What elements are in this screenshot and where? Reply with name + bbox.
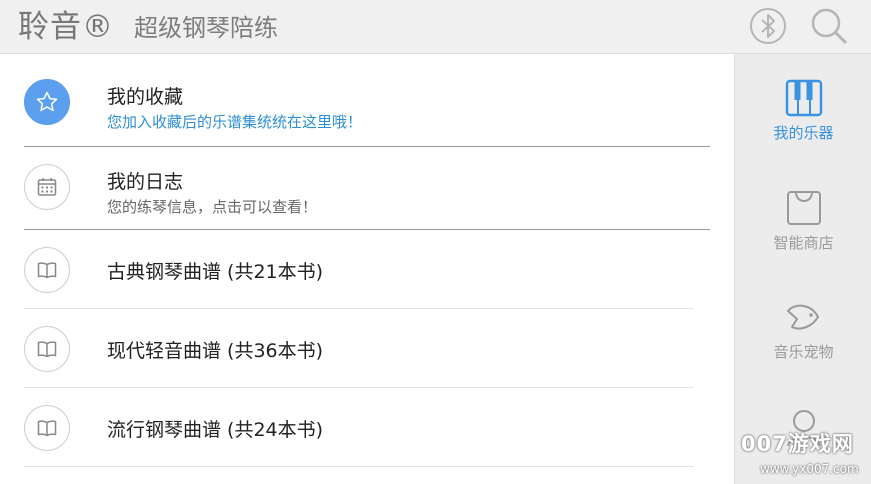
watermark-text: 007游戏网 — [741, 432, 854, 456]
app-bar: 聆音® 超级钢琴陪练 — [0, 0, 871, 54]
book-icon-circle — [24, 326, 70, 372]
book-title: 古典钢琴曲谱 (共21本书) — [107, 261, 324, 283]
watermark-url: www.yx007.com — [760, 462, 859, 476]
sidebar-item-my-instruments[interactable]: 我的乐器 — [735, 78, 871, 143]
list-item-book[interactable]: 现代轻音曲谱 (共36本书) — [24, 309, 694, 389]
divider — [24, 466, 694, 467]
book-icon — [37, 262, 57, 279]
bluetooth-icon — [750, 8, 786, 44]
sidebar-label: 智能商店 — [773, 234, 834, 252]
favorites-icon-circle — [24, 79, 70, 125]
journal-title: 我的日志 — [107, 171, 184, 193]
favorites-desc: 您加入收藏后的乐谱集统统在这里哦！ — [107, 113, 363, 131]
shopping-bag-icon — [786, 191, 821, 225]
list-item-favorites[interactable]: 我的收藏 您加入收藏后的乐谱集统统在这里哦！ — [24, 62, 710, 142]
book-icon-circle — [24, 405, 70, 451]
sidebar-item-music-pet[interactable]: 音乐宠物 — [735, 297, 871, 362]
app-subtitle: 超级钢琴陪练 — [134, 14, 278, 42]
main-list: 我的收藏 您加入收藏后的乐谱集统统在这里哦！ 我的日志 您的练琴信息，点击可以查… — [0, 54, 734, 484]
list-item-book[interactable]: 古典钢琴曲谱 (共21本书) — [24, 230, 694, 310]
sidebar: 我的乐器 智能商店 音乐宠物 — [734, 54, 871, 484]
piano-keys-icon — [785, 79, 822, 117]
search-button[interactable] — [809, 6, 849, 46]
star-icon — [36, 91, 58, 112]
journal-icon-circle — [24, 164, 70, 210]
list-item-journal[interactable]: 我的日志 您的练琴信息，点击可以查看！ — [24, 147, 710, 227]
list-item-book[interactable]: 流行钢琴曲谱 (共24本书) — [24, 388, 694, 468]
book-icon — [37, 420, 57, 437]
app-brand: 聆音® — [18, 9, 114, 45]
sidebar-label: 我的乐器 — [773, 124, 834, 142]
calendar-icon — [37, 178, 57, 196]
search-icon — [811, 8, 847, 44]
bluetooth-button[interactable] — [748, 6, 788, 46]
book-title: 流行钢琴曲谱 (共24本书) — [107, 419, 324, 441]
book-icon-circle — [24, 247, 70, 293]
book-icon — [37, 341, 57, 358]
fish-icon — [786, 304, 819, 330]
journal-desc: 您的练琴信息，点击可以查看！ — [107, 198, 318, 216]
book-title: 现代轻音曲谱 (共36本书) — [107, 340, 324, 362]
sidebar-label: 音乐宠物 — [773, 343, 834, 361]
sidebar-item-smart-store[interactable]: 智能商店 — [735, 188, 871, 253]
favorites-title: 我的收藏 — [107, 86, 184, 108]
